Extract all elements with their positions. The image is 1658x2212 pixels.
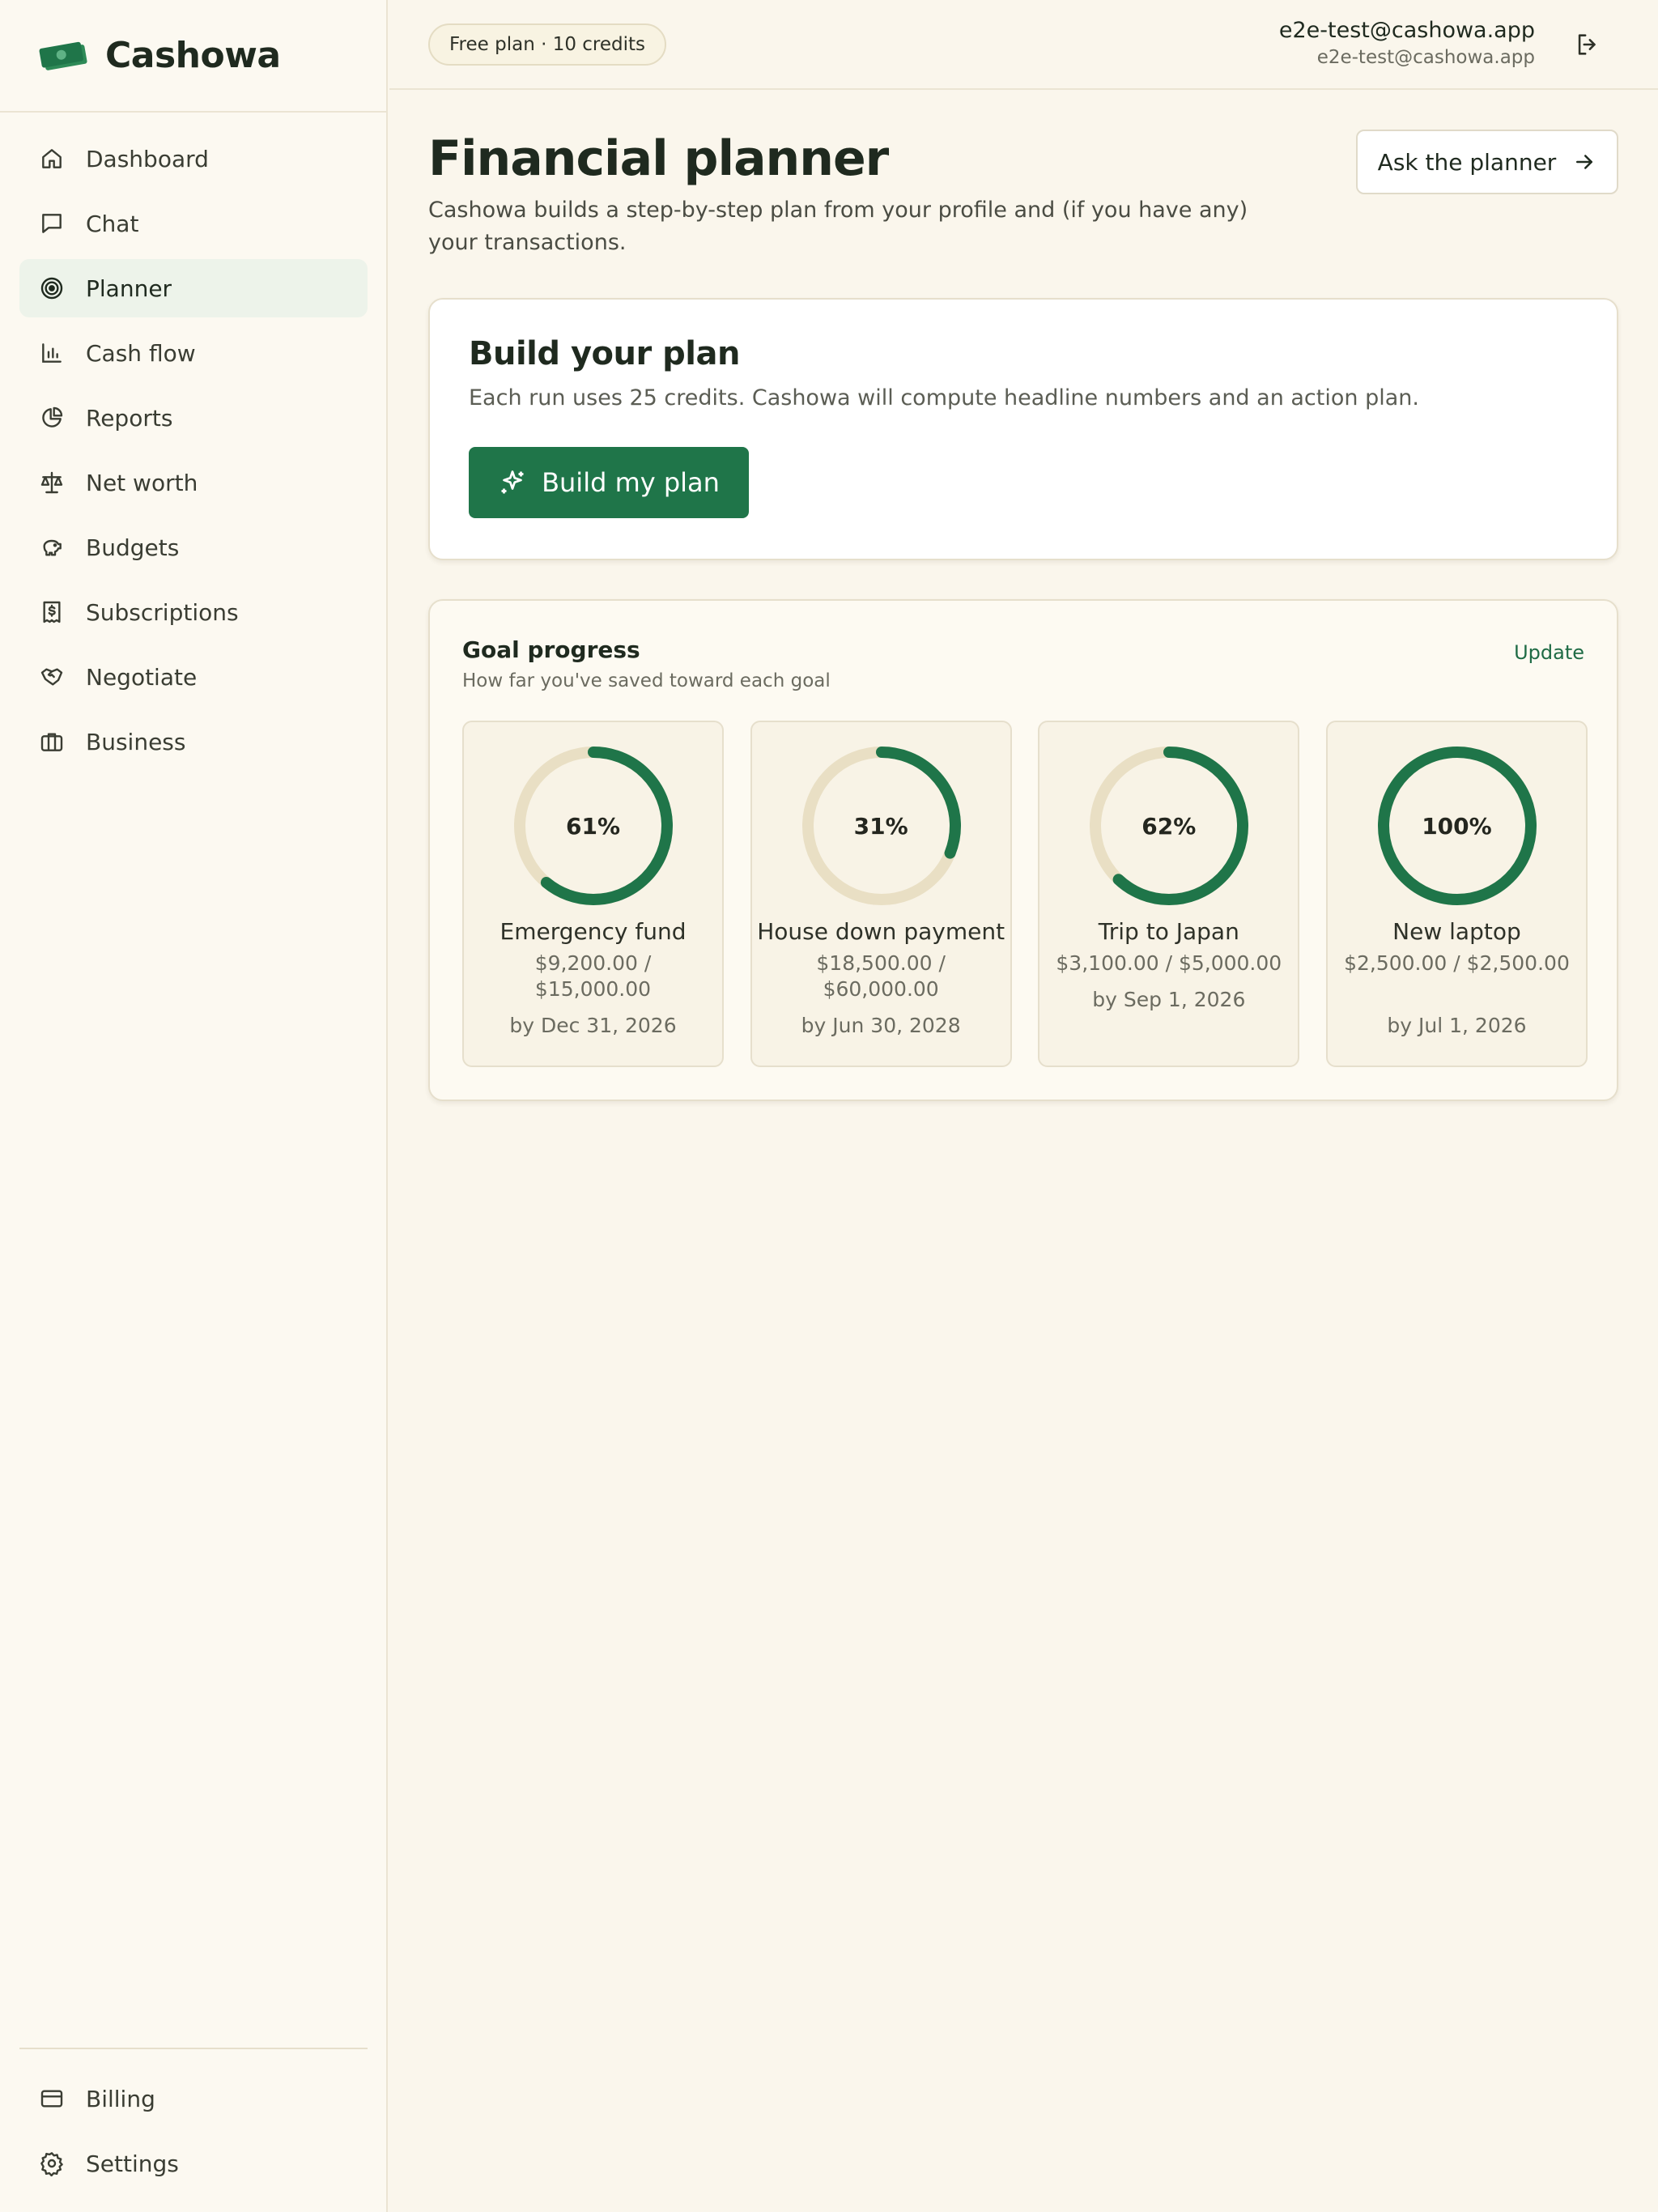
- logout-icon[interactable]: [1574, 31, 1601, 58]
- ask-planner-button[interactable]: Ask the planner: [1356, 130, 1618, 194]
- progress-ring-fill: [1377, 747, 1537, 905]
- page-description: Cashowa builds a step-by-step plan from …: [428, 198, 1248, 255]
- home-icon: [42, 149, 62, 168]
- brand-header: Cashowa: [0, 0, 388, 113]
- build-my-plan-label: Build my plan: [542, 467, 720, 498]
- chat-icon: [42, 214, 62, 233]
- piggy-bank-icon: [43, 539, 62, 556]
- ask-planner-label: Ask the planner: [1377, 148, 1557, 176]
- sidebar-item-label: Reports: [86, 404, 173, 432]
- goal-tile-emergency-fund[interactable]: 61% Emergency fund $9,200.00 / $15,000.0…: [462, 721, 724, 1067]
- progress-ring: [1090, 747, 1249, 905]
- top-bar: Free plan · 10 credits e2e-test@cashowa.…: [389, 0, 1658, 90]
- goal-amount: $3,100.00 / $5,000.00: [1056, 951, 1282, 975]
- progress-ring: [801, 747, 961, 905]
- cash-logo-icon: [39, 41, 87, 70]
- goal-tile-house-down-payment[interactable]: 31% House down payment $18,500.00 / $60,…: [750, 721, 1012, 1067]
- sidebar-item-label: Business: [86, 728, 186, 755]
- update-goals-link[interactable]: Update: [1514, 641, 1584, 664]
- sidebar-item-label: Chat: [86, 210, 139, 237]
- user-info: e2e-test@cashowa.app e2e-test@cashowa.ap…: [1279, 16, 1535, 70]
- goal-target-date: by Sep 1, 2026: [1092, 988, 1246, 1011]
- sidebar-bottom-nav: Billing Settings: [19, 2069, 368, 2199]
- goal-name: Emergency fund: [500, 918, 687, 945]
- arrow-right-icon: [1576, 155, 1593, 169]
- sidebar-item-label: Subscriptions: [86, 598, 239, 626]
- sidebar-item-chat[interactable]: Chat: [19, 194, 368, 253]
- user-secondary-email: e2e-test@cashowa.app: [1316, 47, 1535, 68]
- sidebar-item-reports[interactable]: Reports: [19, 389, 368, 447]
- goal-name: New laptop: [1392, 918, 1521, 945]
- progress-ring: [514, 747, 673, 905]
- goal-list: 61% Emergency fund $9,200.00 / $15,000.0…: [462, 721, 1588, 1067]
- sidebar-item-label: Budgets: [86, 534, 180, 561]
- build-plan-description: Each run uses 25 credits. Cashowa will c…: [469, 385, 1419, 410]
- plan-badge[interactable]: Free plan · 10 credits: [428, 23, 667, 66]
- sidebar-item-label: Settings: [86, 2150, 179, 2177]
- goal-target-date: by Dec 31, 2026: [509, 1014, 677, 1037]
- goal-target-date: by Jul 1, 2026: [1387, 1014, 1527, 1037]
- goal-progress-card: Goal progress How far you've saved towar…: [428, 599, 1618, 1101]
- sidebar-item-billing[interactable]: Billing: [19, 2069, 368, 2128]
- sparkles-icon: [501, 470, 524, 494]
- sidebar-item-subscriptions[interactable]: Subscriptions: [19, 583, 368, 641]
- credit-card-icon: [40, 2090, 63, 2108]
- goal-tile-new-laptop[interactable]: 100% New laptop $2,500.00 / $2,500.00 by…: [1325, 721, 1588, 1067]
- scale-icon: [40, 471, 63, 494]
- user-email: e2e-test@cashowa.app: [1278, 18, 1535, 43]
- progress-ring: [1377, 747, 1537, 905]
- brand-name: Cashowa: [105, 35, 281, 76]
- gear-icon: [40, 2152, 63, 2176]
- receipt-icon: [43, 601, 61, 623]
- sidebar-nav: Dashboard Chat Planner Cash flow Reports…: [19, 130, 368, 777]
- briefcase-icon: [40, 733, 63, 751]
- sidebar-item-label: Net worth: [86, 469, 198, 496]
- sidebar-divider: [19, 2048, 368, 2049]
- sidebar: Cashowa Dashboard Chat Planner Cash flow…: [0, 0, 388, 2212]
- goal-name: Trip to Japan: [1098, 918, 1239, 945]
- sidebar-item-label: Negotiate: [86, 663, 198, 691]
- page-title: Financial planner: [428, 130, 889, 187]
- sidebar-item-cash-flow[interactable]: Cash flow: [19, 324, 368, 382]
- sidebar-item-label: Dashboard: [86, 145, 209, 172]
- build-my-plan-button[interactable]: Build my plan: [469, 447, 749, 518]
- goal-tile-trip-to-japan[interactable]: 62% Trip to Japan $3,100.00 / $5,000.00 …: [1038, 721, 1300, 1067]
- goal-name: House down payment: [757, 918, 1005, 945]
- sidebar-item-budgets[interactable]: Budgets: [19, 518, 368, 576]
- sidebar-item-label: Cash flow: [86, 339, 196, 367]
- sidebar-item-planner[interactable]: Planner: [19, 259, 368, 317]
- bar-chart-icon: [42, 343, 62, 363]
- target-icon: [40, 277, 63, 300]
- handshake-icon: [40, 668, 63, 686]
- goal-progress-title: Goal progress: [462, 636, 640, 663]
- sidebar-item-settings[interactable]: Settings: [19, 2134, 368, 2193]
- build-plan-title: Build your plan: [469, 335, 740, 372]
- sidebar-item-dashboard[interactable]: Dashboard: [19, 130, 368, 188]
- sidebar-item-label: Billing: [86, 2085, 155, 2112]
- pie-chart-icon: [42, 406, 63, 428]
- sidebar-item-business[interactable]: Business: [19, 713, 368, 771]
- build-plan-card: Build your plan Each run uses 25 credits…: [428, 298, 1618, 560]
- sidebar-item-label: Planner: [86, 274, 172, 302]
- goal-target-date: by Jun 30, 2028: [801, 1014, 961, 1037]
- sidebar-item-negotiate[interactable]: Negotiate: [19, 648, 368, 706]
- goal-amount: $2,500.00 / $2,500.00: [1344, 951, 1570, 975]
- goal-progress-subtitle: How far you've saved toward each goal: [462, 670, 831, 691]
- goal-amount: $9,200.00 / $15,000.00: [534, 951, 652, 1001]
- sidebar-item-net-worth[interactable]: Net worth: [19, 453, 368, 512]
- goal-amount: $18,500.00 / $60,000.00: [816, 951, 946, 1001]
